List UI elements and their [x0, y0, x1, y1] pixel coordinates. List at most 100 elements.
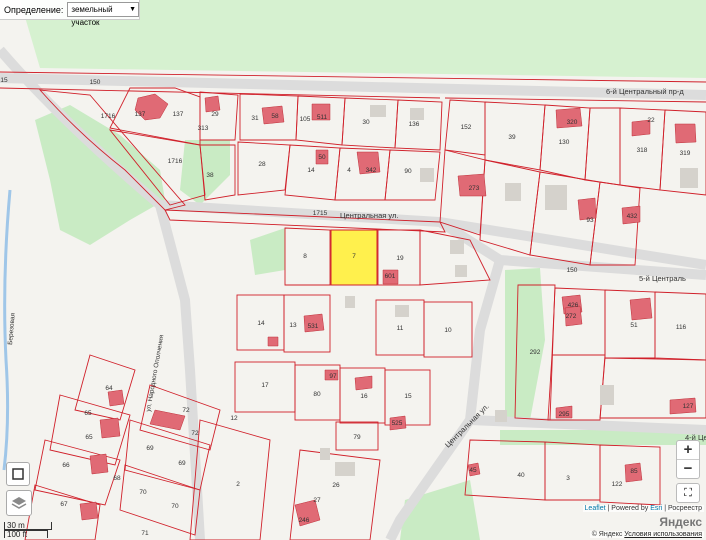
- copyright-text: © Яндекс: [591, 531, 623, 538]
- scale-bar: 30 m 100 ft: [4, 522, 52, 539]
- parcel-number: 601: [385, 273, 396, 280]
- parcel-number: 150: [90, 79, 101, 86]
- parcel-number: 319: [680, 150, 691, 157]
- yandex-logo: Яндекс: [659, 515, 702, 529]
- fullscreen-icon: ⛶: [684, 487, 692, 499]
- parcel-number: 72: [191, 430, 199, 437]
- street-label: 5-й Централь: [639, 274, 686, 283]
- definition-select[interactable]: земельный участок ▼: [67, 2, 139, 27]
- parcel-number: 26: [332, 482, 340, 489]
- parcel-number: 8: [303, 253, 307, 260]
- parcel-number: 3: [566, 475, 570, 482]
- parcel-number: 30: [362, 119, 370, 126]
- parcel-number: 246: [299, 517, 310, 524]
- parcel-number: 40: [517, 472, 525, 479]
- chevron-down-icon: ▼: [129, 6, 136, 13]
- definition-control: Определение: земельный участок ▼: [0, 0, 140, 27]
- esri-link[interactable]: Esri: [650, 505, 662, 512]
- parcel-number: 17: [261, 382, 269, 389]
- parcel-number: 318: [637, 147, 648, 154]
- zoom-in-button[interactable]: +: [677, 441, 699, 459]
- parcel-number: 80: [313, 391, 321, 398]
- attribution: Leaflet | Powered by Esri | Росреестр: [582, 505, 704, 512]
- parcel-number: 10: [444, 327, 452, 334]
- parcel-number: 11: [397, 325, 404, 332]
- parcel-number: 65: [84, 410, 92, 417]
- copyright: © Яндекс Условия использования: [589, 531, 704, 538]
- parcel-number: 137: [173, 111, 184, 118]
- parcel-number: 28: [258, 161, 266, 168]
- scale-meters: 30 m: [4, 522, 52, 530]
- parcel-number: 27: [313, 497, 321, 504]
- parcel-number: 31: [251, 115, 259, 122]
- parcel-number: 130: [559, 139, 570, 146]
- parcel-number: 13: [289, 322, 297, 329]
- parcel-number: 105: [300, 116, 311, 123]
- attribution-sep: | Powered by: [605, 505, 651, 512]
- parcel-number: 511: [317, 114, 328, 121]
- parcel-number: 85: [630, 468, 638, 475]
- parcel-number: 295: [559, 411, 570, 418]
- street-label: Центральная ул.: [340, 211, 398, 220]
- parcel-number: 19: [396, 255, 404, 262]
- parcel-number: 12: [230, 415, 238, 422]
- attribution-rosreestr: | Росреестр: [662, 505, 702, 512]
- parcel-number: 531: [308, 323, 319, 330]
- parcel-number: 14: [257, 320, 265, 327]
- parcel-number: 14: [307, 167, 315, 174]
- parcel-number: 150: [567, 267, 578, 274]
- parcel-number: 29: [211, 111, 219, 118]
- parcel-number: 342: [366, 167, 377, 174]
- parcel-number: 15: [404, 393, 412, 400]
- parcel-number: 22: [647, 117, 655, 124]
- parcel-number: 38: [206, 172, 214, 179]
- parcel-number: 93: [586, 217, 594, 224]
- parcel-number: 58: [271, 113, 279, 120]
- parcel-number: 68: [113, 475, 121, 482]
- fullscreen-button[interactable]: ⛶: [676, 483, 700, 503]
- cadastral-map[interactable]: 15 150 137 137 29 3 13 31 58 105 511 30 1…: [0, 0, 706, 540]
- parcel-number: 71: [141, 530, 149, 537]
- parcel-number: 137: [135, 111, 146, 118]
- parcel-number: 39: [508, 134, 516, 141]
- parcel-number: 273: [469, 185, 480, 192]
- parcel-number: 66: [62, 462, 70, 469]
- parcel-number: 320: [567, 119, 578, 126]
- parcel-number: 15: [0, 77, 8, 84]
- parcel-number: 51: [630, 322, 638, 329]
- parcel-number: 1716: [168, 158, 183, 165]
- parcel-number: 70: [139, 489, 147, 496]
- street-label: 6-й Центральный пр-д: [606, 87, 684, 96]
- parcel-number: 122: [612, 481, 623, 488]
- parcel-number: 72: [182, 407, 190, 414]
- parcel-number: 136: [409, 121, 420, 128]
- parcel-number: 90: [404, 168, 412, 175]
- parcel-number: 1716: [101, 113, 116, 120]
- terms-link[interactable]: Условия использования: [624, 531, 702, 538]
- parcel-number: 16: [360, 393, 368, 400]
- parcel-number: 64: [105, 385, 113, 392]
- layers-icon: [11, 497, 27, 509]
- square-tool-button[interactable]: [6, 462, 30, 486]
- parcel-number: 50: [318, 154, 326, 161]
- square-icon: [12, 468, 24, 480]
- parcel-number: 426: [568, 302, 579, 309]
- parcel-number: 4: [347, 167, 351, 174]
- definition-label: Определение:: [4, 4, 64, 15]
- parcel-number: 45: [469, 467, 477, 474]
- parcel-number: 152: [461, 124, 472, 131]
- parcel-number: 70: [171, 503, 179, 510]
- parcel-number: 97: [329, 373, 337, 380]
- parcel-number: 69: [146, 445, 154, 452]
- parcel-number: 79: [353, 434, 361, 441]
- parcel-number: 432: [627, 213, 638, 220]
- parcel-number: 69: [178, 460, 186, 467]
- layers-button[interactable]: [6, 490, 32, 516]
- parcel-number: 67: [60, 501, 68, 508]
- parcel-number: 1715: [313, 210, 328, 217]
- parcel-number: 127: [683, 403, 694, 410]
- scale-feet: 100 ft: [4, 530, 48, 539]
- parcel-number: 7: [352, 253, 356, 260]
- zoom-out-button[interactable]: −: [677, 459, 699, 478]
- leaflet-link[interactable]: Leaflet: [585, 505, 606, 512]
